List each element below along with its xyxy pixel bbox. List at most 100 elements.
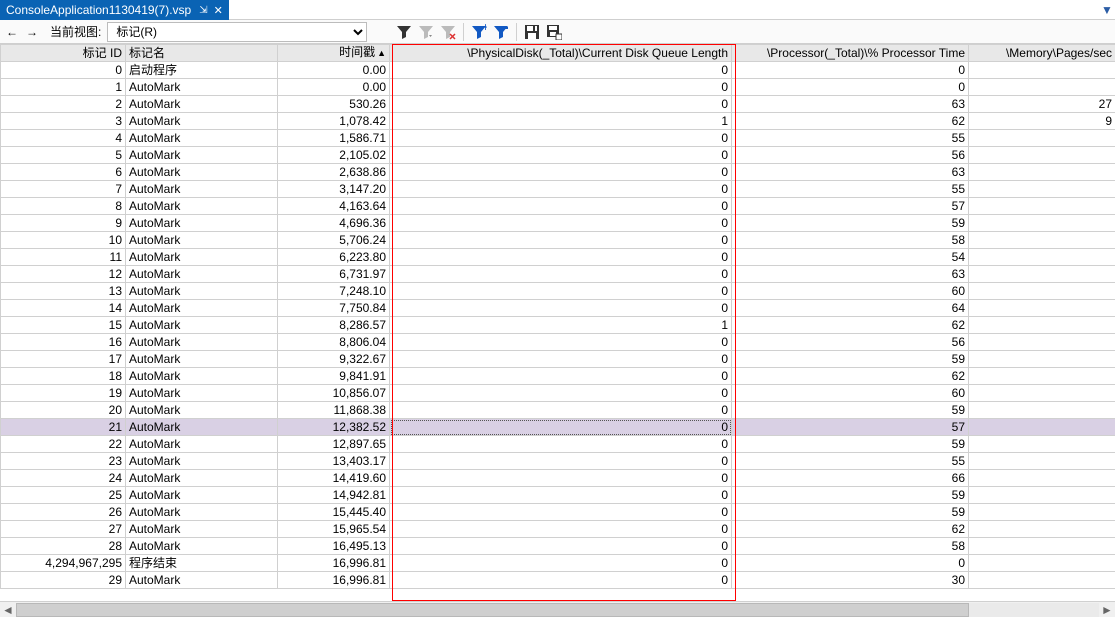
cell-proc[interactable]: 59	[732, 215, 969, 232]
cell-id[interactable]: 23	[1, 453, 126, 470]
cell-ts[interactable]: 1,586.71	[278, 130, 390, 147]
table-row[interactable]: 5AutoMark2,105.02056	[1, 147, 1115, 164]
cell-diskq[interactable]: 0	[390, 249, 732, 266]
cell-proc[interactable]: 55	[732, 181, 969, 198]
cell-diskq[interactable]: 0	[390, 62, 732, 79]
cell-name[interactable]: AutoMark	[126, 181, 278, 198]
cell-ts[interactable]: 2,105.02	[278, 147, 390, 164]
cell-name[interactable]: AutoMark	[126, 215, 278, 232]
cell-name[interactable]: AutoMark	[126, 198, 278, 215]
cell-diskq[interactable]: 0	[390, 419, 732, 436]
table-row[interactable]: 16AutoMark8,806.04056	[1, 334, 1115, 351]
cell-mem[interactable]	[969, 572, 1115, 589]
table-row[interactable]: 28AutoMark16,495.13058	[1, 538, 1115, 555]
cell-proc[interactable]: 0	[732, 62, 969, 79]
filter-dropdown-button[interactable]	[417, 23, 435, 41]
cell-ts[interactable]: 11,868.38	[278, 402, 390, 419]
view-select[interactable]: 标记(R)	[107, 22, 367, 42]
cell-name[interactable]: AutoMark	[126, 436, 278, 453]
cell-id[interactable]: 9	[1, 215, 126, 232]
cell-name[interactable]: 程序结束	[126, 555, 278, 572]
cell-ts[interactable]: 6,731.97	[278, 266, 390, 283]
table-row[interactable]: 0启动程序0.0000	[1, 62, 1115, 79]
cell-mem[interactable]	[969, 147, 1115, 164]
table-row[interactable]: 8AutoMark4,163.64057	[1, 198, 1115, 215]
cell-mem[interactable]: 27	[969, 96, 1115, 113]
cell-proc[interactable]: 56	[732, 334, 969, 351]
column-header-id[interactable]: 标记 ID	[1, 45, 126, 62]
cell-ts[interactable]: 14,942.81	[278, 487, 390, 504]
cell-name[interactable]: AutoMark	[126, 300, 278, 317]
data-grid[interactable]: 标记 ID标记名时间戳▲\PhysicalDisk(_Total)\Curren…	[0, 44, 1115, 589]
cell-diskq[interactable]: 0	[390, 232, 732, 249]
cell-diskq[interactable]: 0	[390, 504, 732, 521]
cell-name[interactable]: AutoMark	[126, 419, 278, 436]
cell-diskq[interactable]: 0	[390, 266, 732, 283]
cell-diskq[interactable]: 0	[390, 385, 732, 402]
cell-ts[interactable]: 16,996.81	[278, 555, 390, 572]
cell-diskq[interactable]: 0	[390, 181, 732, 198]
cell-proc[interactable]: 66	[732, 470, 969, 487]
cell-diskq[interactable]: 0	[390, 470, 732, 487]
cell-name[interactable]: AutoMark	[126, 572, 278, 589]
save-as-button[interactable]	[545, 23, 563, 41]
cell-proc[interactable]: 58	[732, 232, 969, 249]
cell-diskq[interactable]: 0	[390, 164, 732, 181]
cell-id[interactable]: 11	[1, 249, 126, 266]
cell-mem[interactable]	[969, 317, 1115, 334]
scroll-track[interactable]	[16, 603, 1099, 617]
cell-name[interactable]: AutoMark	[126, 521, 278, 538]
cell-diskq[interactable]: 0	[390, 300, 732, 317]
cell-name[interactable]: AutoMark	[126, 147, 278, 164]
column-header-mem[interactable]: \Memory\Pages/sec	[969, 45, 1115, 62]
cell-proc[interactable]: 55	[732, 453, 969, 470]
cell-proc[interactable]: 63	[732, 266, 969, 283]
cell-mem[interactable]	[969, 283, 1115, 300]
cell-proc[interactable]: 60	[732, 385, 969, 402]
cell-diskq[interactable]: 0	[390, 96, 732, 113]
cell-proc[interactable]: 55	[732, 130, 969, 147]
cell-name[interactable]: AutoMark	[126, 130, 278, 147]
cell-proc[interactable]: 62	[732, 113, 969, 130]
cell-id[interactable]: 8	[1, 198, 126, 215]
cell-ts[interactable]: 8,286.57	[278, 317, 390, 334]
table-row[interactable]: 18AutoMark9,841.91062	[1, 368, 1115, 385]
cell-id[interactable]: 1	[1, 79, 126, 96]
cell-diskq[interactable]: 0	[390, 351, 732, 368]
cell-proc[interactable]: 62	[732, 317, 969, 334]
cell-id[interactable]: 17	[1, 351, 126, 368]
scroll-thumb[interactable]	[16, 603, 969, 617]
cell-mem[interactable]	[969, 555, 1115, 572]
cell-id[interactable]: 27	[1, 521, 126, 538]
pin-icon[interactable]: ⇲	[199, 5, 207, 16]
cell-ts[interactable]: 4,163.64	[278, 198, 390, 215]
filter-button[interactable]	[395, 23, 413, 41]
cell-ts[interactable]: 7,750.84	[278, 300, 390, 317]
cell-ts[interactable]: 0.00	[278, 62, 390, 79]
cell-ts[interactable]: 4,696.36	[278, 215, 390, 232]
cell-diskq[interactable]: 0	[390, 521, 732, 538]
cell-ts[interactable]: 2,638.86	[278, 164, 390, 181]
cell-name[interactable]: AutoMark	[126, 266, 278, 283]
cell-name[interactable]: AutoMark	[126, 283, 278, 300]
scroll-right-arrow[interactable]: ►	[1099, 603, 1115, 617]
cell-id[interactable]: 14	[1, 300, 126, 317]
cell-ts[interactable]: 3,147.20	[278, 181, 390, 198]
cell-mem[interactable]	[969, 351, 1115, 368]
cell-ts[interactable]: 15,445.40	[278, 504, 390, 521]
cell-proc[interactable]: 59	[732, 402, 969, 419]
table-row[interactable]: 4,294,967,295程序结束16,996.8100	[1, 555, 1115, 572]
table-row[interactable]: 29AutoMark16,996.81030	[1, 572, 1115, 589]
cell-ts[interactable]: 14,419.60	[278, 470, 390, 487]
cell-id[interactable]: 20	[1, 402, 126, 419]
cell-id[interactable]: 12	[1, 266, 126, 283]
cell-id[interactable]: 21	[1, 419, 126, 436]
cell-mem[interactable]	[969, 300, 1115, 317]
cell-proc[interactable]: 57	[732, 419, 969, 436]
cell-mem[interactable]	[969, 164, 1115, 181]
cell-id[interactable]: 5	[1, 147, 126, 164]
cell-ts[interactable]: 13,403.17	[278, 453, 390, 470]
cell-mem[interactable]	[969, 470, 1115, 487]
cell-name[interactable]: AutoMark	[126, 164, 278, 181]
cell-mem[interactable]	[969, 419, 1115, 436]
